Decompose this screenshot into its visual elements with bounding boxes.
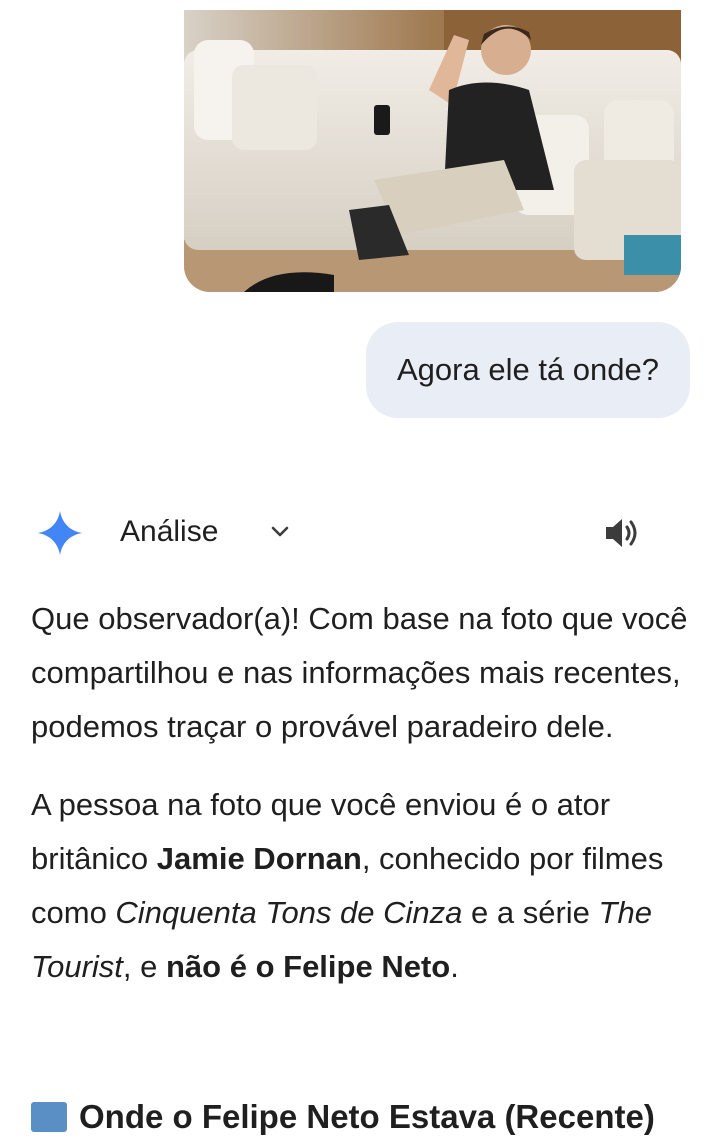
response-body: Que observador(a)! Com base na foto que … bbox=[31, 592, 691, 1018]
user-message-text: Agora ele tá onde? bbox=[397, 352, 659, 387]
text-run: e a série bbox=[462, 895, 599, 930]
italic-film-title: Cinquenta Tons de Cinza bbox=[115, 895, 463, 930]
speaker-icon[interactable] bbox=[602, 514, 640, 552]
section-heading-text: Onde o Felipe Neto Estava (Recente) bbox=[79, 1098, 655, 1135]
shared-photo[interactable] bbox=[184, 10, 681, 292]
map-icon bbox=[31, 1102, 67, 1132]
bold-actor-name: Jamie Dornan bbox=[156, 841, 362, 876]
photo-content bbox=[184, 10, 681, 292]
response-header: Análise bbox=[36, 506, 656, 560]
bold-not-felipe: não é o Felipe Neto bbox=[166, 949, 451, 984]
chevron-down-icon[interactable] bbox=[268, 520, 292, 544]
user-message-bubble: Agora ele tá onde? bbox=[366, 322, 690, 418]
text-run: . bbox=[450, 949, 459, 984]
section-heading: Onde o Felipe Neto Estava (Recente) bbox=[31, 1098, 655, 1136]
response-paragraph-2: A pessoa na foto que você enviou é o ato… bbox=[31, 778, 691, 994]
mode-label[interactable]: Análise bbox=[120, 515, 218, 549]
text-run: , e bbox=[122, 949, 166, 984]
response-paragraph-1: Que observador(a)! Com base na foto que … bbox=[31, 601, 688, 744]
gemini-sparkle-icon bbox=[38, 511, 82, 555]
